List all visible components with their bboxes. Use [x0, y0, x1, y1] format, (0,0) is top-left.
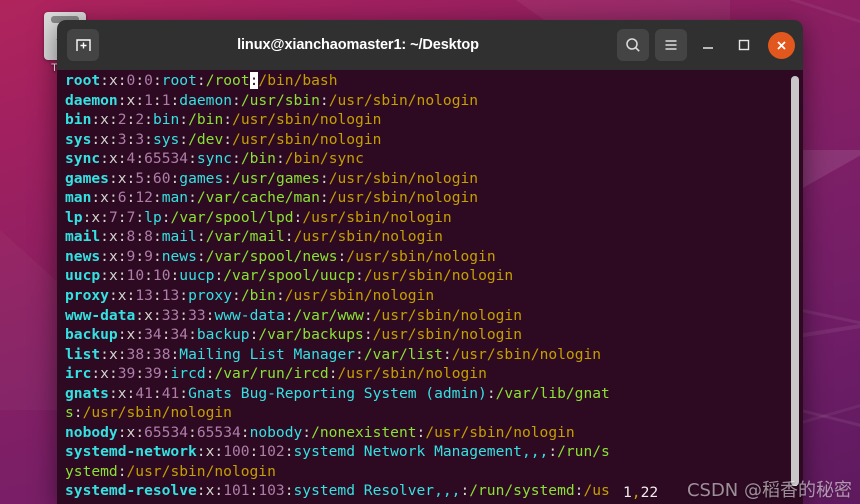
new-tab-icon [75, 38, 91, 51]
terminal-line: gnats:x:41:41:Gnats Bug-Reporting System… [65, 384, 610, 402]
minimize-icon [703, 47, 713, 49]
terminal-line: nobody:x:65534:65534:nobody:/nonexistent… [65, 423, 575, 441]
terminal-line: mail:x:8:8:mail:/var/mail:/usr/sbin/nolo… [65, 228, 443, 246]
close-icon [777, 40, 786, 50]
menu-button[interactable] [655, 29, 687, 61]
close-button[interactable] [768, 31, 795, 59]
terminal-line: uucp:x:10:10:uucp:/var/spool/uucp:/usr/s… [65, 267, 514, 285]
minimize-button[interactable] [693, 30, 723, 60]
new-tab-button[interactable] [67, 29, 99, 61]
search-icon [626, 38, 640, 52]
terminal-line: daemon:x:1:1:daemon:/usr/sbin:/usr/sbin/… [65, 91, 479, 109]
hamburger-menu-icon [665, 40, 677, 50]
terminal-line: root:x:0:0:root:/root:/bin/bash [65, 72, 338, 89]
terminal-line: backup:x:34:34:backup:/var/backups:/usr/… [65, 326, 522, 344]
cursor-position-indicator: 1,22 [623, 484, 659, 501]
terminal-line: sync:x:4:65534:sync:/bin:/bin/sync [65, 150, 364, 168]
terminal-text: root:x:0:0:root:/root:/bin/bash daemon:x:… [65, 71, 787, 504]
terminal-line: ystemd:/usr/sbin/nologin [65, 462, 276, 480]
maximize-icon [738, 39, 750, 51]
terminal-line: irc:x:39:39:ircd:/var/run/ircd:/usr/sbin… [65, 365, 487, 383]
window-title-bar: linux@xianchaomaster1: ~/Desktop [57, 20, 803, 70]
terminal-line: games:x:5:60:games:/usr/games:/usr/sbin/… [65, 169, 479, 187]
terminal-content-area[interactable]: root:x:0:0:root:/root:/bin/bash daemon:x:… [57, 70, 803, 504]
terminal-line: lp:x:7:7:lp:/var/spool/lpd:/usr/sbin/nol… [65, 208, 452, 226]
terminal-line: man:x:6:12:man:/var/cache/man:/usr/sbin/… [65, 189, 479, 207]
scrollbar-thumb[interactable] [791, 76, 799, 486]
terminal-line: s:/usr/sbin/nologin [65, 404, 232, 422]
terminal-line: proxy:x:13:13:proxy:/bin:/usr/sbin/nolog… [65, 287, 435, 305]
watermark: CSDN @稻香的秘密 [686, 480, 852, 501]
terminal-scrollbar[interactable] [791, 76, 799, 496]
terminal-line: www-data:x:33:33:www-data:/var/www:/usr/… [65, 306, 522, 324]
terminal-line: news:x:9:9:news:/var/spool/news:/usr/sbi… [65, 247, 496, 265]
terminal-line: bin:x:2:2:bin:/bin:/usr/sbin/nologin [65, 111, 382, 129]
window-controls [617, 29, 795, 61]
terminal-line: sys:x:3:3:sys:/dev:/usr/sbin/nologin [65, 130, 382, 148]
search-button[interactable] [617, 29, 649, 61]
terminal-line: systemd-network:x:100:102:systemd Networ… [65, 443, 610, 461]
terminal-window: linux@xianchaomaster1: ~/Desktop root:x:… [57, 20, 803, 504]
terminal-line: list:x:38:38:Mailing List Manager:/var/l… [65, 345, 602, 363]
maximize-button[interactable] [729, 30, 759, 60]
window-title: linux@xianchaomaster1: ~/Desktop [237, 37, 479, 53]
